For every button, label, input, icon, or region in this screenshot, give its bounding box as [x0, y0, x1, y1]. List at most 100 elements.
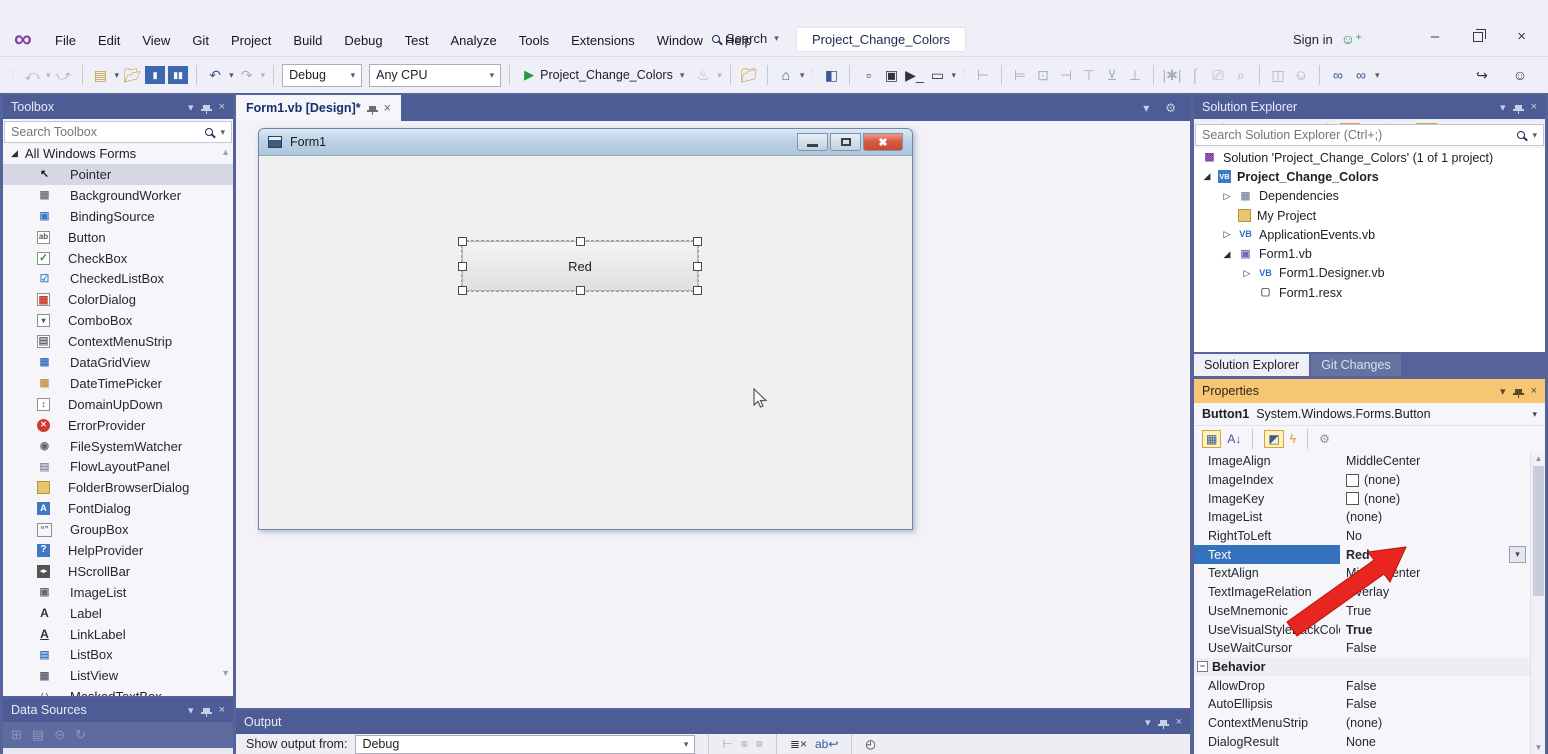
property-value[interactable]: MiddleCenter: [1340, 452, 1530, 471]
align-rights-button[interactable]: ⊣: [1056, 63, 1076, 87]
tree-node-applicationevents-vb[interactable]: ▷VBApplicationEvents.vb: [1194, 225, 1545, 244]
align-tops-button[interactable]: ⊤: [1079, 63, 1099, 87]
toolbox-item-hscrollbar[interactable]: ◂▸HScrollBar: [3, 561, 233, 582]
value-dropdown-button[interactable]: ▾: [1509, 546, 1526, 563]
tree-node-project-change-colors[interactable]: ◢VBProject_Change_Colors: [1194, 167, 1545, 186]
close-icon[interactable]: ×: [1176, 716, 1182, 728]
expander-collapsed-icon[interactable]: ▷: [1222, 229, 1232, 240]
fit-button[interactable]: ⎚: [1208, 63, 1228, 87]
solution-node[interactable]: ▩ Solution 'Project_Change_Colors' (1 of…: [1194, 148, 1545, 167]
find-message-icon[interactable]: ⊢: [722, 737, 732, 751]
solution-explorer-search-box[interactable]: ▾: [1195, 124, 1544, 146]
property-row-imageindex[interactable]: ImageIndex(none): [1194, 471, 1530, 490]
toolbox-item-linklabel[interactable]: ALinkLabel: [3, 624, 233, 645]
tab-solution-explorer[interactable]: Solution Explorer: [1194, 354, 1309, 376]
hot-reload-button[interactable]: ♨: [693, 63, 713, 87]
scroll-up-icon[interactable]: ▲: [221, 147, 230, 157]
toolbox-item-fontdialog[interactable]: AFontDialog: [3, 498, 233, 519]
tree-node-form1-designer-vb[interactable]: ▷VBForm1.Designer.vb: [1194, 264, 1545, 283]
expander-collapsed-icon[interactable]: ▷: [1222, 191, 1232, 202]
spacing-button[interactable]: |✱|: [1162, 63, 1182, 87]
edit-dataset-icon[interactable]: ▤: [32, 727, 44, 743]
save-button[interactable]: ▮: [145, 66, 165, 84]
data-sources-title-bar[interactable]: Data Sources ▾ ×: [3, 698, 233, 722]
link-button[interactable]: ∞: [1328, 63, 1348, 87]
group-button[interactable]: ⎉: [1291, 63, 1311, 87]
property-value[interactable]: (none): [1340, 508, 1530, 527]
chevron-down-icon[interactable]: ▾: [1500, 385, 1506, 398]
resize-handle-sw[interactable]: [458, 286, 467, 295]
toolbox-item-colordialog[interactable]: ▦ColorDialog: [3, 289, 233, 310]
pin-icon[interactable]: [1515, 105, 1522, 109]
expander-expanded-icon[interactable]: ◢: [1202, 171, 1212, 182]
package-icon[interactable]: ▣: [881, 63, 901, 87]
property-value[interactable]: False: [1340, 676, 1530, 695]
collapse-icon[interactable]: −: [1197, 661, 1208, 672]
prev-message-icon[interactable]: ≡: [741, 737, 748, 751]
solution-platform-combo[interactable]: Any CPU▾: [369, 64, 501, 87]
toolbox-item-checkedlistbox[interactable]: ☑CheckedListBox: [3, 268, 233, 289]
close-icon[interactable]: ×: [1531, 101, 1537, 113]
form-client-area[interactable]: [262, 157, 909, 526]
web-browser-button[interactable]: ⌂: [776, 63, 796, 87]
terminal-icon[interactable]: ▶_: [904, 63, 924, 87]
property-value[interactable]: False: [1340, 695, 1530, 714]
device-preview-button[interactable]: ◧: [821, 63, 841, 87]
resize-handle-e[interactable]: [693, 262, 702, 271]
property-row-textalign[interactable]: TextAlignMiddleCenter: [1194, 564, 1530, 583]
phone-device-icon[interactable]: ▫: [858, 63, 878, 87]
start-debugging-button[interactable]: ▶ Project_Change_Colors ▾: [518, 63, 690, 87]
open-folder-button[interactable]: 📂︎: [122, 63, 142, 87]
word-wrap-icon[interactable]: ab↩: [815, 737, 838, 751]
find-in-files-button[interactable]: 📁︎: [739, 63, 759, 87]
pin-icon[interactable]: [1160, 720, 1167, 724]
align-centers-button[interactable]: ⊡: [1033, 63, 1053, 87]
pin-icon[interactable]: [203, 105, 210, 109]
property-value[interactable]: True: [1340, 602, 1530, 621]
solution-explorer-search-input[interactable]: [1202, 128, 1511, 142]
menu-project[interactable]: Project: [220, 30, 282, 51]
property-row-textimagerelation[interactable]: TextImageRelationOverlay: [1194, 583, 1530, 602]
menu-tools[interactable]: Tools: [508, 30, 560, 51]
property-row-contextmenustrip[interactable]: ContextMenuStrip(none): [1194, 714, 1530, 733]
tree-node-form1-vb[interactable]: ◢▣Form1.vb: [1194, 244, 1545, 263]
tree-node-dependencies[interactable]: ▷▦Dependencies: [1194, 187, 1545, 206]
new-project-button[interactable]: ▤: [91, 63, 111, 87]
property-row-allowdrop[interactable]: AllowDropFalse: [1194, 676, 1530, 695]
chevron-down-icon[interactable]: ▾: [1145, 716, 1151, 729]
expander-expanded-icon[interactable]: ◢: [1222, 249, 1232, 260]
menu-view[interactable]: View: [131, 30, 181, 51]
toolbox-search-input[interactable]: [11, 125, 199, 139]
format-button[interactable]: ⊢: [973, 63, 993, 87]
toolbox-item-groupbox[interactable]: “”GroupBox: [3, 519, 233, 540]
next-message-icon[interactable]: ≡: [756, 737, 763, 751]
chevron-down-icon[interactable]: ▾: [1143, 101, 1149, 115]
gear-icon[interactable]: ⚙: [1165, 101, 1176, 115]
feedback-icon[interactable]: ☺: [1510, 63, 1530, 87]
toolbox-item-combobox[interactable]: ▾ComboBox: [3, 310, 233, 331]
navigate-forward-button[interactable]: ⤻: [54, 63, 74, 87]
tree-node-form1-resx[interactable]: ▢Form1.resx: [1194, 283, 1545, 302]
property-value[interactable]: Overlay: [1340, 583, 1530, 602]
property-value[interactable]: Red: [1340, 545, 1530, 564]
menu-analyze[interactable]: Analyze: [439, 30, 507, 51]
designed-form-window[interactable]: Form1 ✖: [258, 128, 913, 530]
share-icon[interactable]: ↪: [1472, 63, 1492, 87]
toolbox-item-backgroundworker[interactable]: ▦BackgroundWorker: [3, 185, 233, 206]
properties-object-selector[interactable]: Button1 System.Windows.Forms.Button ▾: [1194, 403, 1545, 426]
restore-button[interactable]: [1473, 32, 1483, 42]
menu-edit[interactable]: Edit: [87, 30, 131, 51]
global-search[interactable]: Search ▾: [712, 31, 779, 46]
toolbox-item-errorprovider[interactable]: ✕ErrorProvider: [3, 415, 233, 436]
toolbox-title-bar[interactable]: Toolbox ▾ ×: [3, 95, 233, 119]
menu-git[interactable]: Git: [181, 30, 220, 51]
toolbox-item-listview[interactable]: ▦ListView: [3, 665, 233, 686]
toolbox-item-folderbrowserdialog[interactable]: FolderBrowserDialog: [3, 477, 233, 498]
align-middles-button[interactable]: ⊻: [1102, 63, 1122, 87]
close-button[interactable]: ×: [1517, 26, 1526, 48]
configure-icon[interactable]: ⊝: [54, 727, 65, 743]
property-value[interactable]: False: [1340, 639, 1530, 658]
toolbox-item-flowlayoutpanel[interactable]: ▤FlowLayoutPanel: [3, 456, 233, 477]
toolbar-drag-handle[interactable]: ⋮: [8, 70, 19, 81]
close-icon[interactable]: ×: [219, 101, 225, 113]
